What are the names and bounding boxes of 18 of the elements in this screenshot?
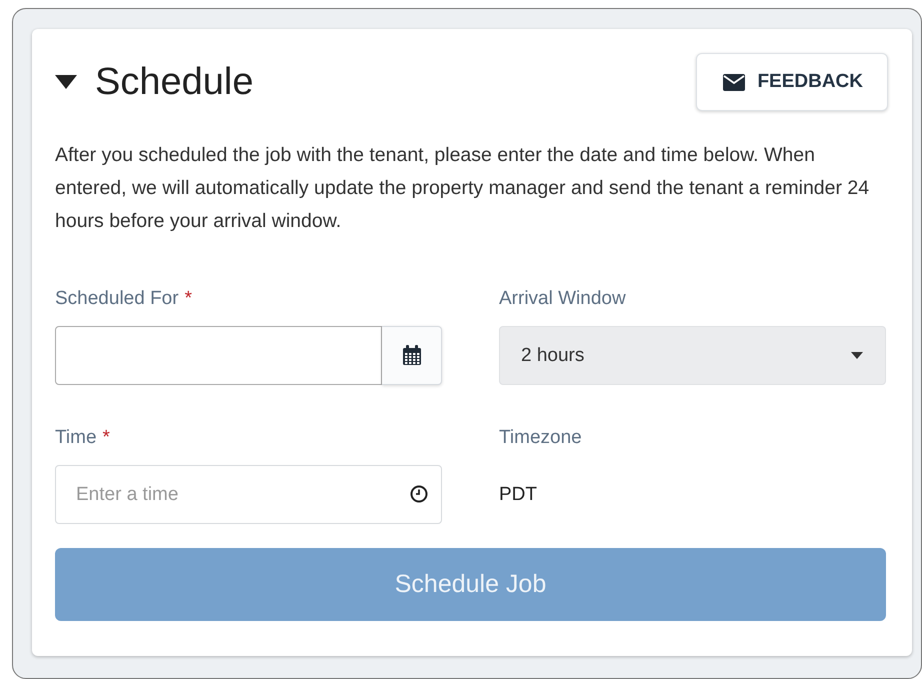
instructions-text: After you scheduled the job with the tenant, please enter the date and time below. When entered, we will automatically update the property manager and send the tenant a reminder 24 hours before your arrival window.: [55, 143, 870, 234]
clock-icon: [410, 485, 428, 503]
field-label: Arrival Window: [499, 288, 627, 311]
timezone-value: PDT: [499, 482, 538, 506]
field-label: Timezone: [499, 427, 583, 450]
arrival-window-select[interactable]: 2 hours: [499, 326, 886, 385]
envelope-icon: [723, 74, 746, 90]
field-label: Time *: [55, 427, 111, 450]
section-toggle[interactable]: Schedule: [55, 60, 254, 104]
calendar-button[interactable]: [382, 326, 442, 385]
required-mark: *: [184, 288, 192, 309]
date-field[interactable]: [55, 326, 382, 385]
dropdown-caret-icon: [851, 352, 863, 359]
calendar-icon: [402, 345, 422, 366]
time-field[interactable]: Enter a time: [55, 465, 442, 524]
feedback-button[interactable]: FEEDBACK: [696, 53, 888, 111]
required-mark: *: [102, 427, 110, 448]
field-label: Scheduled For *: [55, 288, 193, 311]
